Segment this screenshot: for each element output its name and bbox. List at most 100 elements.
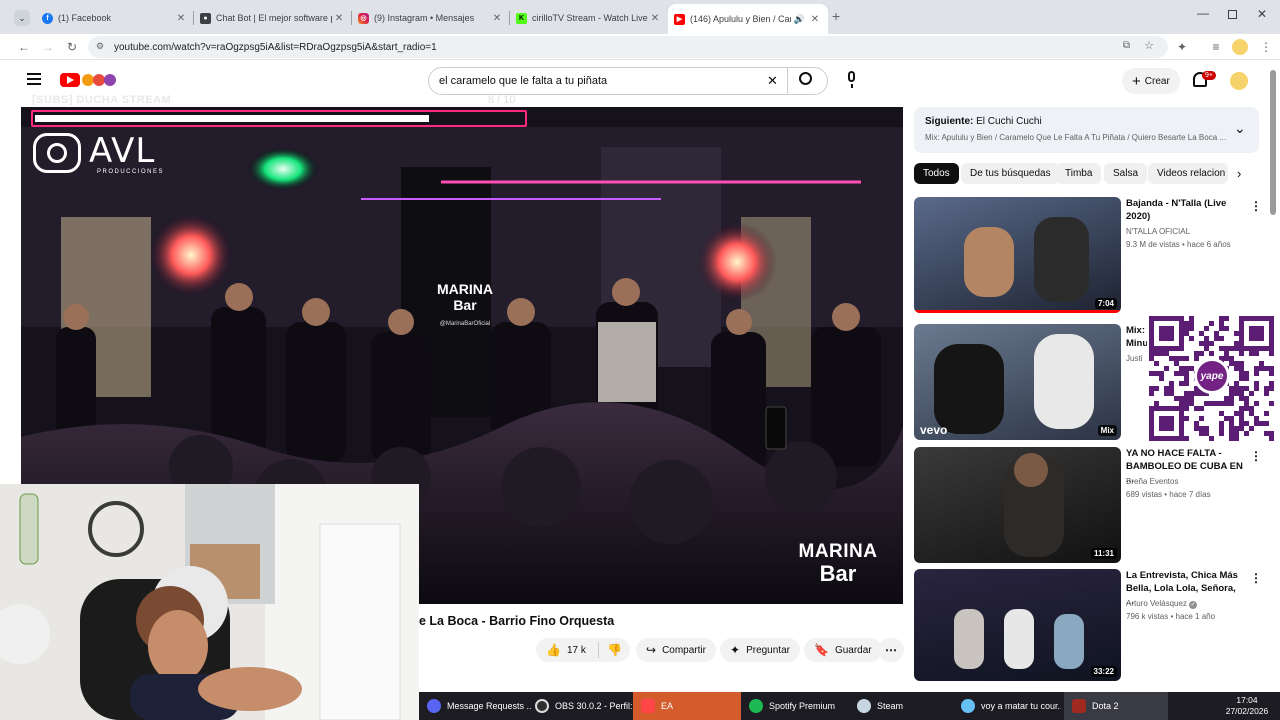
qr-module	[1154, 351, 1159, 356]
stream-goal-fill	[35, 115, 429, 122]
qr-module	[1234, 346, 1239, 351]
ask-button[interactable]: ✦ Preguntar	[720, 638, 800, 662]
more-actions-button[interactable]: ⋯	[878, 638, 904, 662]
taskbar-item-ea[interactable]: EA	[633, 692, 741, 720]
reload-icon[interactable]: ↻	[64, 39, 80, 55]
qr-module	[1184, 391, 1189, 396]
qr-module	[1254, 336, 1259, 341]
qr-module	[1149, 336, 1154, 341]
webcam-scene	[0, 484, 419, 720]
dislike-button[interactable]: 👎	[599, 643, 630, 657]
qr-module	[1164, 426, 1169, 431]
qr-module	[1209, 351, 1214, 356]
qr-module	[1184, 396, 1189, 401]
audio-playing-icon[interactable]: 🔊	[794, 14, 805, 25]
tab-divider	[509, 11, 510, 25]
recommendation-item[interactable]: 11:31 YA NO HACE FALTA - BAMBOLEO DE CUB…	[914, 447, 1262, 563]
chips-next-icon[interactable]: ›	[1237, 166, 1241, 181]
qr-module	[1244, 346, 1249, 351]
more-options-icon[interactable]: ⋮	[1250, 449, 1262, 463]
expand-chevron-icon[interactable]: ⌄	[1234, 120, 1246, 137]
qr-module	[1264, 431, 1269, 436]
video-thumbnail[interactable]: 7:04	[914, 197, 1121, 313]
channel-name[interactable]: Breña Eventos	[1126, 477, 1178, 486]
search-box[interactable]: el caramelo que le falta a tu piñata ✕	[428, 67, 828, 95]
bookmark-star-icon[interactable]: ☆	[1144, 39, 1154, 52]
tab-chatbot[interactable]: ● Chat Bot | El mejor software pa ✕	[200, 6, 346, 30]
recommendation-item[interactable]: 7:04 Bajanda - N'Talla (Live 2020) N'TAL…	[914, 197, 1262, 313]
menu-icon[interactable]	[27, 73, 41, 85]
chip-salsa[interactable]: Salsa	[1104, 163, 1148, 184]
install-app-icon[interactable]: ⧉	[1123, 40, 1130, 51]
qr-module	[1189, 326, 1194, 331]
taskbar-item-discord[interactable]: Message Requests ...	[427, 692, 531, 720]
qr-module	[1199, 406, 1204, 411]
qr-module	[1269, 351, 1274, 356]
taskbar-item-obs[interactable]: OBS 30.0.2 - Perfil: ...	[535, 692, 639, 720]
chip-timba[interactable]: Timba	[1056, 163, 1102, 184]
taskbar-item-spotify[interactable]: Spotify Premium	[749, 692, 853, 720]
channel-name[interactable]: Arturo Velásquez ✓	[1126, 599, 1198, 609]
chrome-menu-icon[interactable]: ⋮	[1258, 39, 1274, 55]
qr-module	[1219, 346, 1224, 351]
more-options-icon[interactable]: ⋮	[1250, 199, 1262, 213]
taskbar-item-dota[interactable]: Dota 2	[1064, 692, 1168, 720]
tab-kick[interactable]: K cirilloTV Stream - Watch Live o ✕	[516, 6, 662, 30]
qr-module	[1159, 346, 1164, 351]
close-tab-icon[interactable]: ✕	[174, 13, 188, 24]
account-avatar[interactable]	[1230, 72, 1248, 90]
maximize-icon[interactable]	[1228, 10, 1237, 19]
qr-module	[1244, 401, 1249, 406]
channel-name[interactable]: N'TALLA OFICIAL	[1126, 227, 1190, 236]
save-button[interactable]: 🔖 Guardar	[804, 638, 882, 662]
youtube-icon: ▶	[674, 13, 685, 25]
qr-module	[1229, 421, 1234, 426]
search-icon[interactable]	[799, 72, 812, 85]
tab-divider	[193, 11, 194, 25]
qr-module	[1169, 381, 1174, 386]
chip-todos[interactable]: Todos	[914, 163, 959, 184]
extensions-icon[interactable]: ✦	[1174, 39, 1190, 55]
video-thumbnail[interactable]: 11:31	[914, 447, 1121, 563]
like-button[interactable]: 👍 17 k	[536, 638, 598, 662]
profile-avatar[interactable]	[1232, 39, 1248, 55]
new-tab-button[interactable]: +	[832, 8, 840, 24]
chip-videos-relacionados[interactable]: Videos relacion	[1148, 163, 1228, 184]
tab-list-chevron-icon[interactable]: ⌄	[14, 10, 30, 26]
up-next-mix: Mix: Apululu y Bien / Caramelo Que Le Fa…	[925, 133, 1227, 142]
taskbar-item-steam[interactable]: Steam	[857, 692, 957, 720]
qr-module	[1229, 431, 1234, 436]
search-input[interactable]: el caramelo que le falta a tu piñata	[439, 75, 607, 87]
share-button[interactable]: ↪ Compartir	[636, 638, 716, 662]
close-tab-icon[interactable]: ✕	[332, 13, 346, 24]
recommendation-item[interactable]: 33:22 La Entrevista, Chica Más Bella, Lo…	[914, 569, 1262, 681]
page-scrollbar[interactable]	[1270, 70, 1276, 215]
site-info-icon[interactable]: ⚙	[96, 41, 104, 52]
tab-instagram[interactable]: ◎ (9) Instagram • Mensajes ✕	[358, 6, 504, 30]
minimize-icon[interactable]: —	[1197, 6, 1209, 20]
tab-facebook[interactable]: f (1) Facebook ✕	[42, 6, 188, 30]
video-thumbnail[interactable]: 33:22	[914, 569, 1121, 681]
video-thumbnail[interactable]: vevo Mix	[914, 324, 1121, 440]
close-tab-icon[interactable]: ✕	[648, 13, 662, 24]
voice-search-icon[interactable]	[843, 69, 861, 93]
clear-search-icon[interactable]: ✕	[767, 73, 778, 89]
tab-youtube-active[interactable]: ▶ (146) Apululu y Bien / Cara 🔊 ✕	[668, 4, 828, 34]
more-options-icon[interactable]: ⋮	[1250, 571, 1262, 585]
qr-module	[1149, 391, 1154, 396]
chip-de-tus-busquedas[interactable]: De tus búsquedas	[961, 163, 1060, 184]
taskbar-item-steam-chat[interactable]: voy a matar tu cour...	[961, 692, 1061, 720]
qr-module	[1199, 331, 1204, 336]
close-tab-icon[interactable]: ✕	[490, 13, 504, 24]
create-button[interactable]: + Crear	[1122, 68, 1180, 94]
youtube-logo[interactable]	[60, 73, 124, 87]
close-window-icon[interactable]: ✕	[1257, 7, 1267, 21]
forward-icon[interactable]: →	[40, 39, 56, 55]
close-tab-icon[interactable]: ✕	[808, 14, 822, 25]
address-bar[interactable]: ⚙ youtube.com/watch?v=raOgzpsg5iA&list=R…	[88, 36, 1168, 58]
media-controls-icon[interactable]: ≡	[1208, 39, 1224, 55]
channel-name[interactable]: Justi	[1126, 354, 1142, 363]
back-icon[interactable]: ←	[16, 39, 32, 55]
up-next-panel[interactable]: Siguiente: El Cuchi Cuchi Mix: Apululu y…	[914, 107, 1259, 153]
system-clock[interactable]: 17:04 27/02/2026	[1219, 695, 1275, 717]
